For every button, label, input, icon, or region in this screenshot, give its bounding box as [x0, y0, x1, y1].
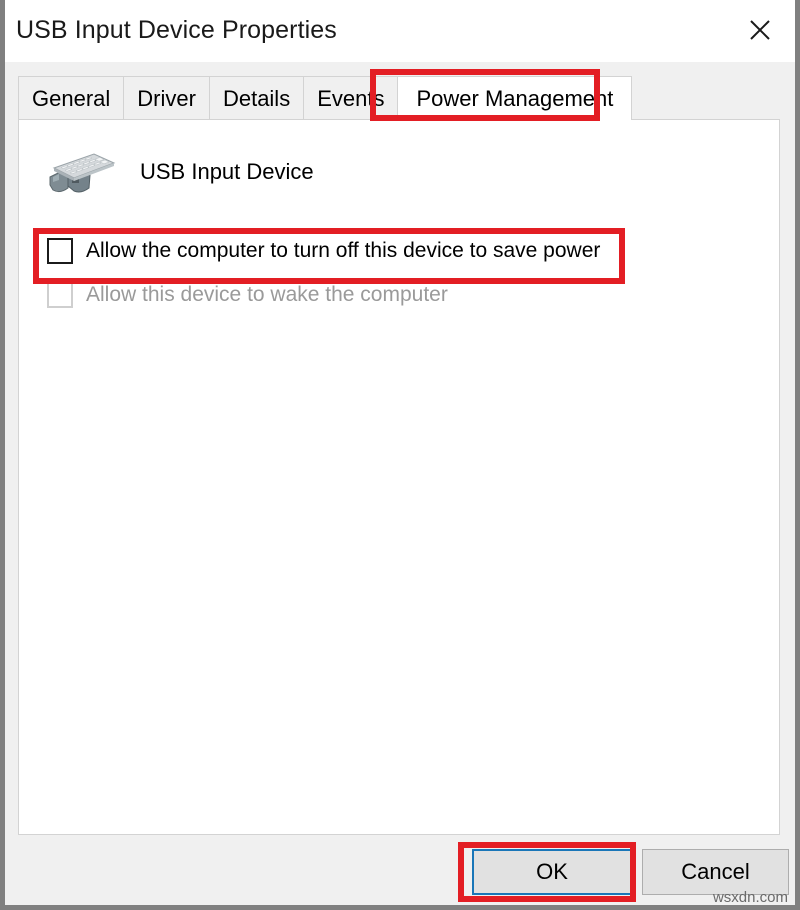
ok-button-label: OK [536, 859, 568, 884]
tab-label: Power Management [416, 85, 614, 111]
tab-list: General Driver Details Events Power Mana… [18, 76, 633, 120]
ok-button[interactable]: OK [472, 849, 632, 895]
close-icon[interactable] [733, 6, 787, 54]
window-title: USB Input Device Properties [16, 16, 337, 44]
wake-computer-checkbox [47, 282, 73, 308]
tab-content-panel: USB Input Device Allow the computer to t… [18, 119, 780, 835]
tab-power-management[interactable]: Power Management [397, 76, 633, 120]
device-header: USB Input Device [44, 144, 314, 200]
wake-computer-label: Allow this device to wake the computer [86, 283, 448, 306]
turn-off-device-checkbox[interactable] [47, 238, 73, 264]
tab-strip: General Driver Details Events Power Mana… [5, 62, 795, 120]
cancel-button-label: Cancel [681, 859, 750, 884]
title-bar: USB Input Device Properties [5, 0, 795, 62]
wake-computer-checkbox-row: Allow this device to wake the computer [47, 282, 448, 308]
device-name-label: USB Input Device [140, 159, 314, 184]
tab-label: General [32, 85, 111, 111]
properties-dialog-window: USB Input Device Properties General Driv… [0, 0, 800, 910]
turn-off-device-label: Allow the computer to turn off this devi… [86, 239, 601, 262]
turn-off-device-checkbox-row[interactable]: Allow the computer to turn off this devi… [47, 238, 600, 264]
tab-general[interactable]: General [18, 76, 125, 120]
tab-label: Events [317, 85, 385, 111]
watermark: wsxdn.com [712, 889, 788, 906]
tab-events[interactable]: Events [303, 76, 399, 120]
dialog-footer: OK Cancel [5, 835, 795, 905]
tab-label: Driver [137, 85, 196, 111]
usb-input-device-icon [49, 153, 116, 193]
tab-details[interactable]: Details [208, 76, 305, 120]
tab-label: Details [222, 85, 291, 111]
tab-driver[interactable]: Driver [123, 76, 210, 120]
